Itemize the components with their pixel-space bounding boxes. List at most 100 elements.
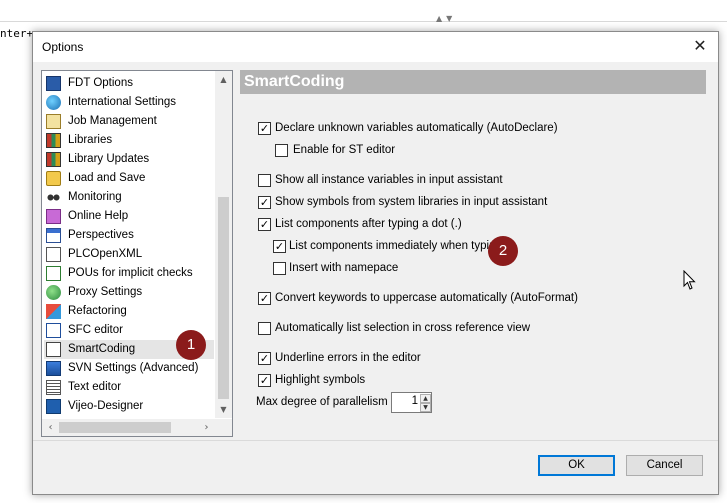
category-label: Refactoring [68,305,127,317]
ok-button[interactable]: OK [538,455,615,476]
option-label: List components after typing a dot (.) [275,218,462,230]
category-item[interactable]: Proxy Settings [44,283,214,302]
mouse-pointer-icon [683,270,696,290]
panel-header: SmartCoding [240,70,706,94]
category-label: SVN Settings (Advanced) [68,362,199,374]
annotation-badge-1: 1 [176,330,206,360]
category-label: Monitoring [68,191,122,203]
checkbox[interactable]: ✓ [258,218,271,231]
category-label: Vijeo-Designer [68,400,144,412]
category-label: Text editor [68,381,122,393]
category-item[interactable]: Online Help [44,207,214,226]
checkbox[interactable]: ✓ [258,292,271,305]
category-label: Proxy Settings [68,286,143,298]
refactor-icon [46,304,61,319]
category-label: Online Help [68,210,129,222]
spinner-down-icon[interactable]: ▼ [420,403,431,412]
checkbox[interactable] [273,262,286,275]
dialog-titlebar: Options ✕ [33,32,718,62]
network-globe-icon [46,285,61,300]
books-icon [46,152,61,167]
scroll-down-arrow-icon[interactable]: ▼ [215,401,232,418]
books-icon [46,133,61,148]
cancel-button[interactable]: Cancel [626,455,703,476]
window-icon [46,228,61,243]
checkbox[interactable] [258,174,271,187]
option-label: Highlight symbols [275,374,366,386]
option-label: Automatically list selection in cross re… [275,322,531,334]
footer-separator [33,440,718,441]
horizontal-scrollbar[interactable]: ‹ › [42,419,215,436]
category-item[interactable]: Refactoring [44,302,214,321]
fdt-icon [46,76,61,91]
spinner-up-icon[interactable]: ▲ [420,394,431,403]
category-item[interactable]: Library Updates [44,150,214,169]
globe-icon [46,95,61,110]
options-dialog: Options ✕ FDT Options International Setti… [32,31,719,495]
help-book-icon [46,209,61,224]
scroll-right-arrow-icon[interactable]: › [198,419,215,436]
category-item[interactable]: POUs for implicit checks [44,264,214,283]
category-label: Job Management [68,115,157,127]
category-label: PLCOpenXML [68,248,143,260]
editor-code-fragment: nter+ [0,27,34,40]
category-item[interactable]: Text editor [44,378,214,397]
category-label: Perspectives [68,229,134,241]
option-label: List components immediately when typing [289,240,502,252]
folder-icon [46,171,61,186]
option-label: Show symbols from system libraries in in… [275,196,548,208]
vertical-scrollbar[interactable]: ▲ ▼ [215,71,232,418]
clipboard-icon [46,114,61,129]
scroll-left-arrow-icon[interactable]: ‹ [42,419,59,436]
category-item[interactable]: Job Management [44,112,214,131]
category-label: Libraries [68,134,113,146]
dialog-title: Options [42,40,84,54]
checkbox[interactable]: ✓ [273,240,286,253]
parallelism-value[interactable]: 1 [392,395,418,407]
checkbox[interactable]: ✓ [258,374,271,387]
horizontal-scroll-thumb[interactable] [59,422,171,433]
sfc-icon [46,323,61,338]
vijeo-icon [46,399,61,414]
pou-icon [46,266,61,281]
category-label: POUs for implicit checks [68,267,193,279]
category-item[interactable]: PLCOpenXML [44,245,214,264]
category-item[interactable]: Libraries [44,131,214,150]
splitter-arrows-icon[interactable]: ▲▼ [436,14,456,23]
text-editor-icon [46,380,61,395]
checkbox[interactable] [258,322,271,335]
option-label: Underline errors in the editor [275,352,421,364]
category-label: International Settings [68,96,177,108]
checkbox[interactable]: ✓ [258,122,271,135]
option-label: Show all instance variables in input ass… [275,174,503,186]
option-label: Insert with namepace [289,262,399,274]
parallelism-spinner[interactable]: 1 ▲ ▼ [391,392,432,413]
checkbox[interactable] [275,144,288,157]
option-label: Declare unknown variables automatically … [275,122,558,134]
category-item[interactable]: Monitoring [44,188,214,207]
category-label: Library Updates [68,153,150,165]
category-item[interactable]: Vijeo-Designer [44,397,214,416]
smartcoding-icon [46,342,61,357]
category-list[interactable]: FDT Options International Settings Job Man… [41,70,233,437]
category-label: Load and Save [68,172,146,184]
svn-icon [46,361,61,376]
option-label: Enable for ST editor [293,144,396,156]
category-item[interactable]: FDT Options [44,74,214,93]
xml-icon [46,247,61,262]
category-label: SFC editor [68,324,123,336]
glasses-icon [46,190,61,205]
category-item[interactable]: Perspectives [44,226,214,245]
category-label: SmartCoding [68,343,136,355]
category-item[interactable]: International Settings [44,93,214,112]
category-label: FDT Options [68,77,133,89]
category-item[interactable]: Load and Save [44,169,214,188]
parallelism-label: Max degree of parallelism [256,396,388,408]
close-button[interactable]: ✕ [682,32,718,62]
category-item[interactable]: SVN Settings (Advanced) [44,359,214,378]
checkbox[interactable]: ✓ [258,196,271,209]
scroll-up-arrow-icon[interactable]: ▲ [215,71,232,88]
checkbox[interactable]: ✓ [258,352,271,365]
annotation-badge-2: 2 [488,236,518,266]
vertical-scroll-thumb[interactable] [218,197,229,399]
